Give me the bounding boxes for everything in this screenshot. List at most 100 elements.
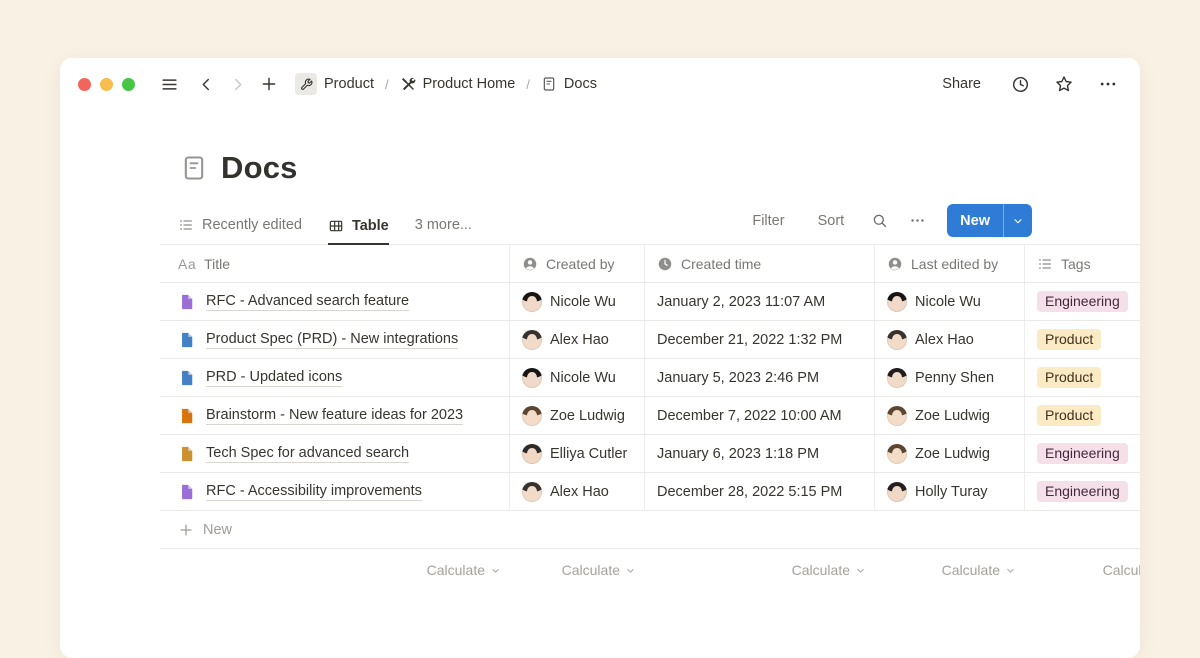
column-header-title[interactable]: Aa Title: [160, 245, 510, 282]
title-cell[interactable]: Product Spec (PRD) - New integrations: [160, 321, 510, 358]
tags-cell[interactable]: Product: [1025, 321, 1140, 358]
title-cell[interactable]: Brainstorm - New feature ideas for 2023: [160, 397, 510, 434]
created-by-cell[interactable]: Alex Hao: [510, 321, 645, 358]
column-header-tags[interactable]: Tags: [1025, 245, 1140, 282]
last-edited-by-cell[interactable]: Penny Shen: [875, 359, 1025, 396]
created-by-cell[interactable]: Nicole Wu: [510, 283, 645, 320]
tag-badge[interactable]: Engineering: [1037, 291, 1128, 312]
tab-more-views[interactable]: 3 more...: [415, 217, 472, 244]
ellipsis-icon: [909, 212, 926, 229]
title-cell[interactable]: PRD - Updated icons: [160, 359, 510, 396]
column-header-created-by[interactable]: Created by: [510, 245, 645, 282]
created-by-cell[interactable]: Zoe Ludwig: [510, 397, 645, 434]
zoom-window-button[interactable]: [122, 78, 135, 91]
list-icon: [178, 217, 194, 233]
title-cell[interactable]: RFC - Accessibility improvements: [160, 473, 510, 510]
row-title-link[interactable]: RFC - Advanced search feature: [206, 293, 409, 311]
created-time-cell[interactable]: January 5, 2023 2:46 PM: [645, 359, 875, 396]
new-page-button[interactable]: [260, 75, 278, 93]
back-button[interactable]: [198, 76, 215, 93]
tag-badge[interactable]: Product: [1037, 329, 1101, 350]
column-header-created-time[interactable]: Created time: [645, 245, 875, 282]
updates-clock-button[interactable]: [1011, 75, 1030, 94]
new-entry-button[interactable]: New: [947, 204, 1032, 237]
tab-recently-edited[interactable]: Recently edited: [178, 217, 302, 244]
created-by-cell[interactable]: Alex Hao: [510, 473, 645, 510]
tags-cell[interactable]: Engineering: [1025, 435, 1140, 472]
row-title-link[interactable]: RFC - Accessibility improvements: [206, 483, 422, 501]
page-title[interactable]: Docs: [221, 150, 298, 186]
tag-badge[interactable]: Engineering: [1037, 443, 1128, 464]
tags-cell[interactable]: Engineering: [1025, 473, 1140, 510]
last-edited-by-cell[interactable]: Holly Turay: [875, 473, 1025, 510]
filter-button[interactable]: Filter: [746, 212, 790, 230]
last-edited-by-cell[interactable]: Zoe Ludwig: [875, 397, 1025, 434]
chevron-down-icon: [1005, 565, 1016, 576]
new-entry-dropdown-button[interactable]: [1003, 204, 1032, 237]
created-by-cell[interactable]: Elliya Cutler: [510, 435, 645, 472]
forward-button[interactable]: [229, 76, 246, 93]
table-footer-row: Calculate Calculate Calculate Calculate …: [160, 549, 1140, 591]
chevron-down-icon: [1012, 215, 1024, 227]
last-edited-by-cell[interactable]: Alex Hao: [875, 321, 1025, 358]
minimize-window-button[interactable]: [100, 78, 113, 91]
clock-icon: [1011, 75, 1030, 94]
tools-icon: [400, 76, 416, 92]
title-cell[interactable]: Tech Spec for advanced search: [160, 435, 510, 472]
close-window-button[interactable]: [78, 78, 91, 91]
star-icon: [1054, 74, 1074, 94]
calculate-tags[interactable]: Calculate: [1025, 562, 1140, 578]
new-entry-label[interactable]: New: [947, 204, 1003, 237]
created-time-cell[interactable]: December 7, 2022 10:00 AM: [645, 397, 875, 434]
created-time-cell[interactable]: December 28, 2022 5:15 PM: [645, 473, 875, 510]
share-button[interactable]: Share: [936, 75, 987, 93]
tags-cell[interactable]: Product: [1025, 359, 1140, 396]
breadcrumb-separator: /: [524, 77, 532, 92]
created-by-cell[interactable]: Nicole Wu: [510, 359, 645, 396]
last-edited-by-cell[interactable]: Nicole Wu: [875, 283, 1025, 320]
breadcrumb-item-product[interactable]: Product: [295, 73, 374, 95]
tags-cell[interactable]: Engineering: [1025, 283, 1140, 320]
row-title-link[interactable]: PRD - Updated icons: [206, 369, 342, 387]
add-row-button[interactable]: New: [160, 511, 1140, 549]
created-time-cell[interactable]: December 21, 2022 1:32 PM: [645, 321, 875, 358]
tag-badge[interactable]: Product: [1037, 367, 1101, 388]
more-options-button[interactable]: [1098, 74, 1118, 94]
sidebar-menu-button[interactable]: [160, 75, 179, 94]
created-time-cell[interactable]: January 2, 2023 11:07 AM: [645, 283, 875, 320]
calculate-created-time[interactable]: Calculate: [645, 562, 875, 578]
breadcrumb-item-docs[interactable]: Docs: [541, 76, 597, 92]
title-cell[interactable]: RFC - Advanced search feature: [160, 283, 510, 320]
search-button[interactable]: [871, 212, 888, 229]
sort-button[interactable]: Sort: [812, 212, 851, 230]
column-header-last-edited-by[interactable]: Last edited by: [875, 245, 1025, 282]
tag-badge[interactable]: Engineering: [1037, 481, 1128, 502]
chevron-down-icon: [855, 565, 866, 576]
view-options-button[interactable]: [909, 212, 926, 229]
view-controls: Filter Sort New: [746, 204, 1140, 244]
row-title-link[interactable]: Product Spec (PRD) - New integrations: [206, 331, 458, 349]
page-icon: [178, 331, 196, 349]
tab-table[interactable]: Table: [328, 218, 389, 245]
row-title-link[interactable]: Brainstorm - New feature ideas for 2023: [206, 407, 463, 425]
calculate-created-by[interactable]: Calculate: [510, 562, 645, 578]
table-row: Brainstorm - New feature ideas for 2023 …: [160, 397, 1140, 435]
page-document-icon[interactable]: [180, 154, 208, 182]
breadcrumb-item-product-home[interactable]: Product Home: [400, 76, 516, 92]
topbar-actions: Share: [936, 74, 1118, 94]
calculate-last-edited-by[interactable]: Calculate: [875, 562, 1025, 578]
person-icon: [522, 256, 538, 272]
document-icon: [541, 76, 557, 92]
breadcrumb: Product / Product Home / Docs: [295, 73, 597, 95]
calculate-title[interactable]: Calculate: [160, 562, 510, 578]
tag-badge[interactable]: Product: [1037, 405, 1101, 426]
tags-cell[interactable]: Product: [1025, 397, 1140, 434]
avatar: [522, 444, 542, 464]
created-time-cell[interactable]: January 6, 2023 1:18 PM: [645, 435, 875, 472]
breadcrumb-separator: /: [383, 77, 391, 92]
favorite-star-button[interactable]: [1054, 74, 1074, 94]
row-title-link[interactable]: Tech Spec for advanced search: [206, 445, 409, 463]
avatar: [887, 292, 907, 312]
last-edited-by-cell[interactable]: Zoe Ludwig: [875, 435, 1025, 472]
page-icon: [178, 293, 196, 311]
